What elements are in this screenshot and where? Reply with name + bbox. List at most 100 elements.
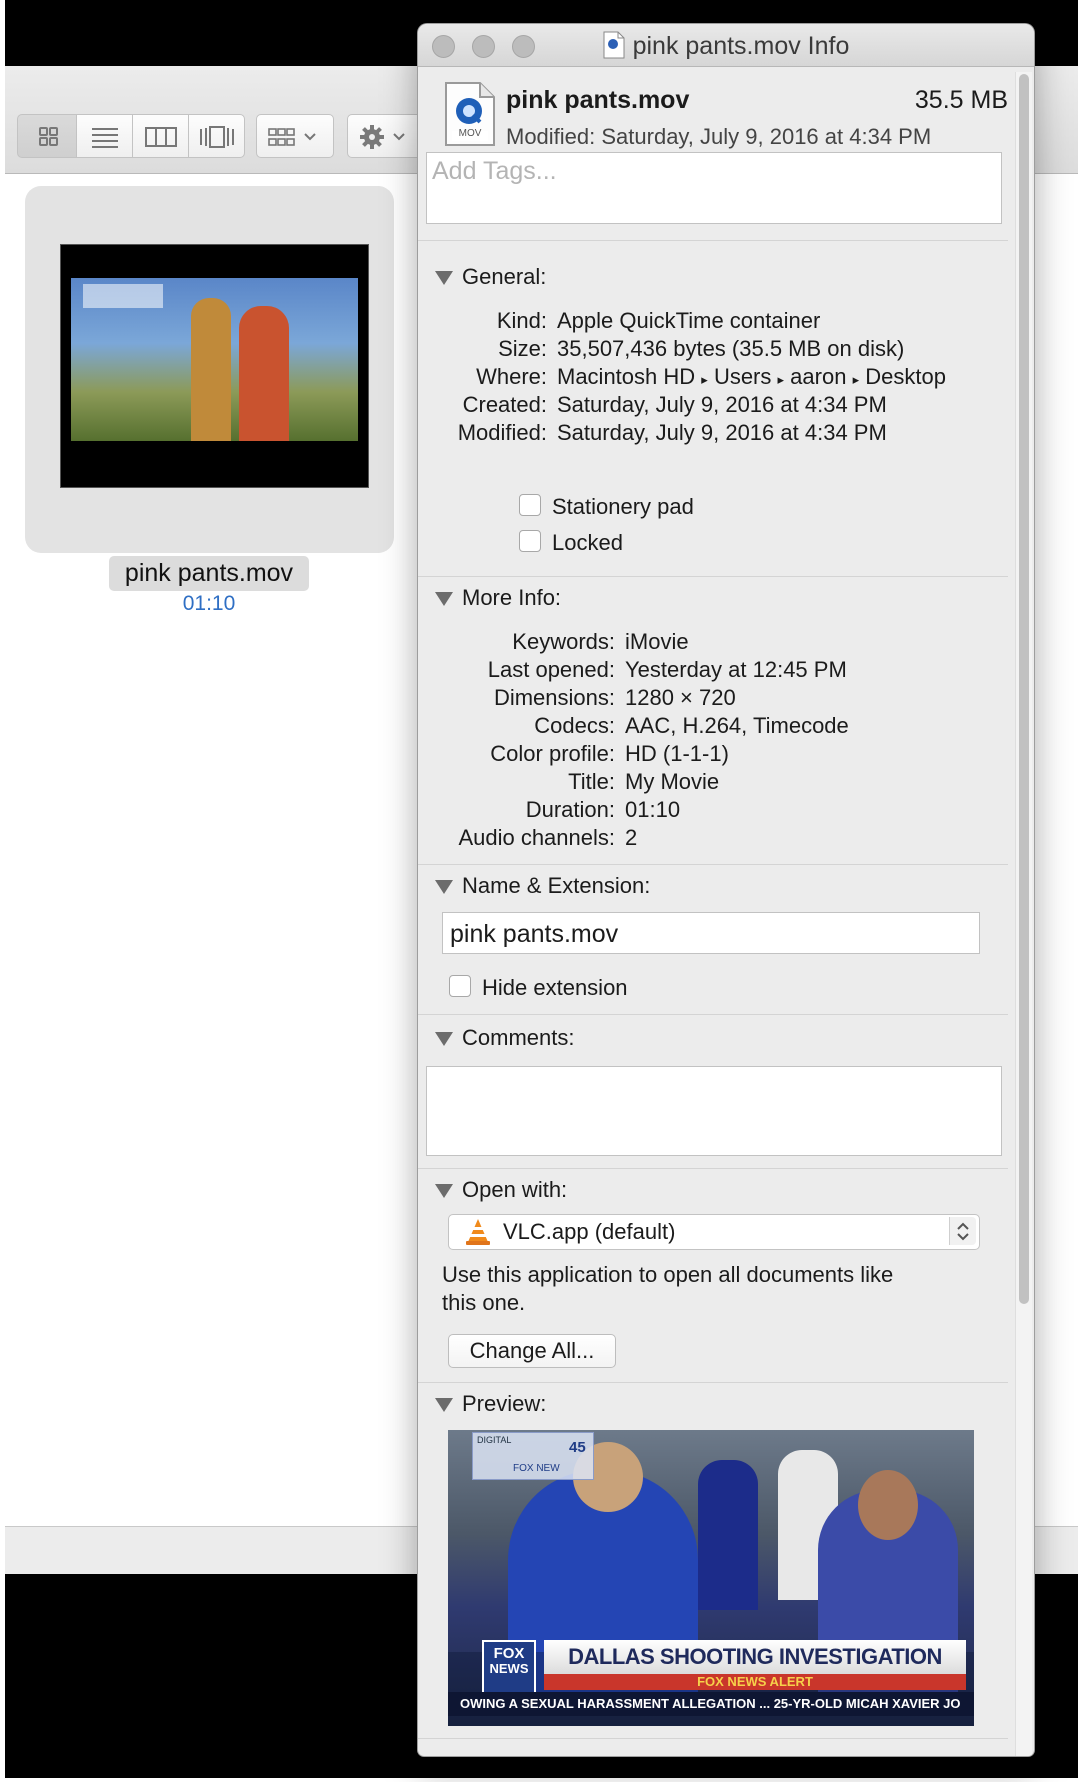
modified-value: Saturday, July 9, 2016 at 4:34 PM	[557, 420, 887, 445]
locked-checkbox[interactable]	[519, 530, 541, 552]
popup-arrows-icon	[957, 1222, 969, 1241]
open-with-disclosure-triangle-icon[interactable]	[435, 1184, 453, 1198]
info-window: pink pants.mov Info MOV pink pants.mov 3…	[418, 24, 1034, 1756]
column-view-icon	[145, 127, 177, 147]
title-value: My Movie	[625, 769, 720, 794]
file-name-label[interactable]: pink pants.mov	[109, 556, 309, 591]
thumbnail-channel-bug	[83, 284, 163, 308]
file-duration-label: 01:10	[182, 592, 236, 615]
keywords-value: iMovie	[625, 629, 689, 654]
locked-label[interactable]: Locked	[552, 530, 623, 556]
icon-view-button[interactable]	[17, 114, 77, 158]
stationery-pad-checkbox[interactable]	[519, 494, 541, 516]
channel-bug-digital: DIGITAL	[477, 1435, 512, 1445]
popup-stepper[interactable]	[949, 1217, 976, 1245]
preview-ticker: OWING A SEXUAL HARASSMENT ALLEGATION ...…	[448, 1692, 974, 1716]
info-titlebar[interactable]: pink pants.mov Info	[418, 24, 1034, 67]
fox-news-logo: FOX NEWS	[482, 1640, 536, 1698]
dimensions-label: Dimensions:	[493, 685, 615, 710]
movie-file-small-icon	[603, 31, 625, 59]
last-opened-label: Last opened:	[487, 657, 615, 682]
cover-flow-view-icon	[200, 126, 234, 148]
tags-field[interactable]: Add Tags...	[426, 152, 1002, 224]
preview-person	[698, 1460, 758, 1610]
hide-extension-checkbox[interactable]	[449, 975, 471, 997]
comments-field[interactable]	[426, 1066, 1002, 1156]
size-label: Size:	[498, 336, 547, 361]
keywords-label: Keywords:	[512, 629, 615, 654]
channel-bug-number: 45	[569, 1439, 586, 1456]
thumbnail-image	[71, 278, 358, 441]
comments-heading[interactable]: Comments:	[462, 1025, 574, 1051]
size-value: 35,507,436 bytes (35.5 MB on disk)	[557, 336, 905, 361]
preview-image: DIGITAL 45 FOX NEW FOX NEWS channel DALL…	[448, 1430, 974, 1726]
path-separator-icon: ▸	[777, 372, 785, 387]
stationery-pad-label[interactable]: Stationery pad	[552, 494, 694, 520]
divider	[418, 1014, 1008, 1015]
open-with-description-line2: this one.	[442, 1290, 526, 1315]
group-button[interactable]	[256, 114, 334, 158]
more-info-disclosure-triangle-icon[interactable]	[435, 592, 453, 606]
title-label: Title:	[568, 769, 615, 794]
name-extension-disclosure-triangle-icon[interactable]	[435, 880, 453, 894]
divider	[418, 240, 1008, 241]
vlc-cone-icon	[466, 1219, 490, 1245]
audio-channels-label: Audio channels:	[458, 825, 615, 850]
channel-bug-text: FOX NEW	[513, 1463, 560, 1474]
change-all-button[interactable]: Change All...	[448, 1334, 616, 1368]
path-separator-icon: ▸	[852, 372, 860, 387]
channel-bug: DIGITAL 45 FOX NEW	[472, 1432, 594, 1480]
divider	[418, 1168, 1008, 1169]
preview-heading[interactable]: Preview:	[462, 1391, 546, 1417]
duration-label: Duration:	[525, 797, 615, 822]
window-title: pink pants.mov Info	[418, 24, 1034, 68]
created-value: Saturday, July 9, 2016 at 4:34 PM	[557, 392, 887, 417]
header-file-name: pink pants.mov	[506, 86, 690, 114]
list-view-button[interactable]	[76, 114, 133, 158]
header-file-size: 35.5 MB	[914, 86, 1008, 114]
path-component: Desktop	[865, 364, 946, 389]
color-profile-label: Color profile:	[490, 741, 615, 766]
fox-logo-line2: NEWS	[489, 1661, 529, 1676]
general-disclosure-triangle-icon[interactable]	[435, 271, 453, 285]
action-button[interactable]	[347, 114, 423, 158]
preview-face-right	[858, 1470, 918, 1540]
scrollbar-thumb[interactable]	[1019, 74, 1029, 1304]
gear-icon	[360, 125, 405, 149]
open-with-selected: VLC.app (default)	[503, 1219, 676, 1244]
cover-flow-view-button[interactable]	[188, 114, 245, 158]
icon-view-icon	[39, 127, 58, 146]
last-opened-value: Yesterday at 12:45 PM	[625, 657, 847, 682]
open-with-description-line1: Use this application to open all documen…	[442, 1262, 894, 1287]
name-extension-heading[interactable]: Name & Extension:	[462, 873, 650, 899]
thumbnail-person-2	[239, 306, 289, 441]
header-modified: Modified: Saturday, July 9, 2016 at 4:34…	[506, 124, 932, 149]
dimensions-value: 1280 × 720	[625, 685, 736, 710]
tags-placeholder: Add Tags...	[432, 157, 557, 185]
window-title-text: pink pants.mov Info	[632, 32, 850, 60]
preview-disclosure-triangle-icon[interactable]	[435, 1398, 453, 1412]
path-separator-icon: ▸	[701, 372, 708, 387]
comments-disclosure-triangle-icon[interactable]	[435, 1032, 453, 1046]
name-field[interactable]: pink pants.mov	[442, 912, 980, 954]
created-label: Created:	[462, 392, 547, 417]
name-field-value: pink pants.mov	[450, 920, 619, 948]
path-component: Users	[713, 364, 772, 389]
divider	[418, 1382, 1008, 1383]
group-icon	[268, 128, 316, 146]
divider	[418, 576, 1008, 577]
color-profile-value: HD (1-1-1)	[625, 741, 729, 766]
file-icon-badge: MOV	[458, 128, 482, 139]
preview-headline: DALLAS SHOOTING INVESTIGATION	[544, 1640, 966, 1674]
file-thumbnail[interactable]	[60, 244, 369, 488]
hide-extension-label[interactable]: Hide extension	[482, 975, 628, 1001]
codecs-label: Codecs:	[534, 713, 615, 738]
column-view-button[interactable]	[132, 114, 189, 158]
preview-alert: FOX NEWS ALERT	[544, 1674, 966, 1690]
general-heading[interactable]: General:	[462, 264, 546, 290]
modified-label: Modified:	[457, 420, 547, 445]
path-component: aaron	[790, 364, 847, 389]
more-info-heading[interactable]: More Info:	[462, 585, 561, 611]
open-with-popup[interactable]: VLC.app (default)	[448, 1214, 980, 1250]
open-with-heading[interactable]: Open with:	[462, 1177, 567, 1203]
